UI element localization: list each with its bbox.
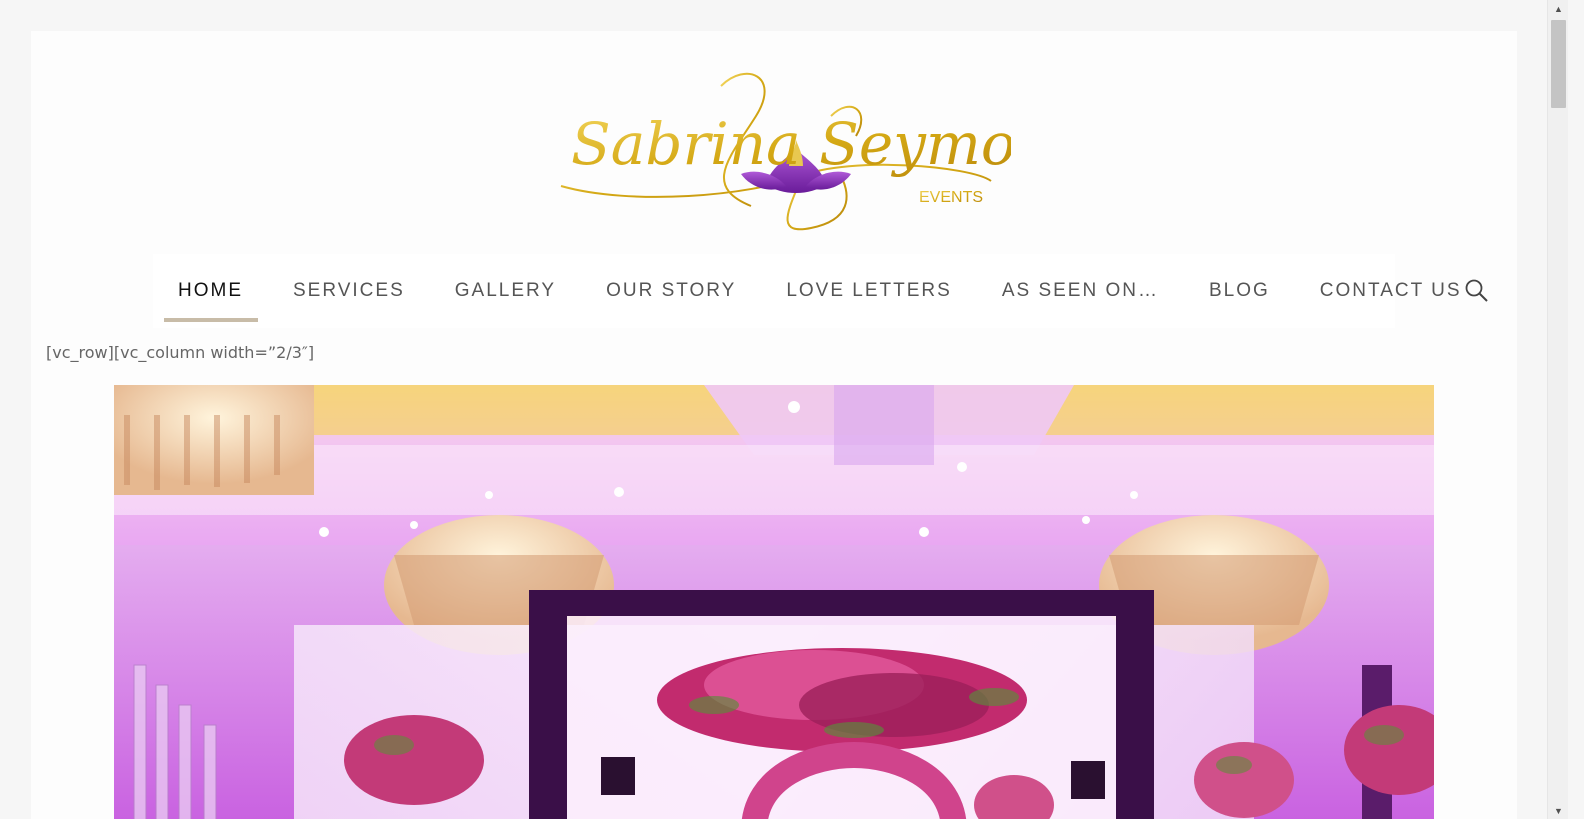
logo-sub-text: EVENTS	[919, 189, 983, 206]
ballroom-photo	[114, 385, 1434, 819]
site-logo[interactable]: Sabrina Seymore EVENTS	[551, 56, 1011, 236]
vertical-scrollbar[interactable]: ▲ ▼	[1547, 0, 1568, 819]
scrollbar-thumb[interactable]	[1551, 20, 1566, 108]
nav-label-gallery: GALLERY	[454, 280, 557, 301]
nav-item-home[interactable]: HOME	[153, 254, 268, 328]
search-button[interactable]	[1464, 278, 1490, 304]
page-container: Sabrina Seymore EVENTS HOME SERVICES GAL…	[31, 31, 1517, 819]
main-nav: HOME SERVICES GALLERY OUR STORY LOVE LET…	[153, 254, 1460, 328]
nav-label-as-seen-on: AS SEEN ON…	[1001, 280, 1159, 301]
scroll-down-arrow-icon[interactable]: ▼	[1548, 802, 1569, 819]
nav-item-contact-us[interactable]: CONTACT US	[1295, 254, 1487, 328]
nav-item-our-story[interactable]: OUR STORY	[581, 254, 761, 328]
scroll-up-arrow-icon[interactable]: ▲	[1548, 0, 1569, 17]
nav-label-contact-us: CONTACT US	[1319, 280, 1462, 301]
nav-item-services[interactable]: SERVICES	[268, 254, 430, 328]
nav-item-blog[interactable]: BLOG	[1184, 254, 1295, 328]
nav-label-home: HOME	[178, 280, 243, 301]
nav-label-blog: BLOG	[1208, 280, 1270, 301]
hero-image	[114, 385, 1434, 819]
nav-item-love-letters[interactable]: LOVE LETTERS	[761, 254, 977, 328]
shortcode-text: [vc_row][vc_column width=”2/3″]	[46, 343, 315, 362]
nav-label-our-story: OUR STORY	[606, 280, 737, 301]
nav-item-gallery[interactable]: GALLERY	[430, 254, 581, 328]
nav-label-services: SERVICES	[293, 280, 405, 301]
logo-graphic: Sabrina Seymore EVENTS	[560, 72, 1011, 231]
logo-script-text: Sabrina Seymore	[571, 110, 1011, 178]
nav-item-as-seen-on[interactable]: AS SEEN ON…	[977, 254, 1184, 328]
nav-label-love-letters: LOVE LETTERS	[786, 280, 952, 301]
search-icon	[1465, 279, 1488, 302]
